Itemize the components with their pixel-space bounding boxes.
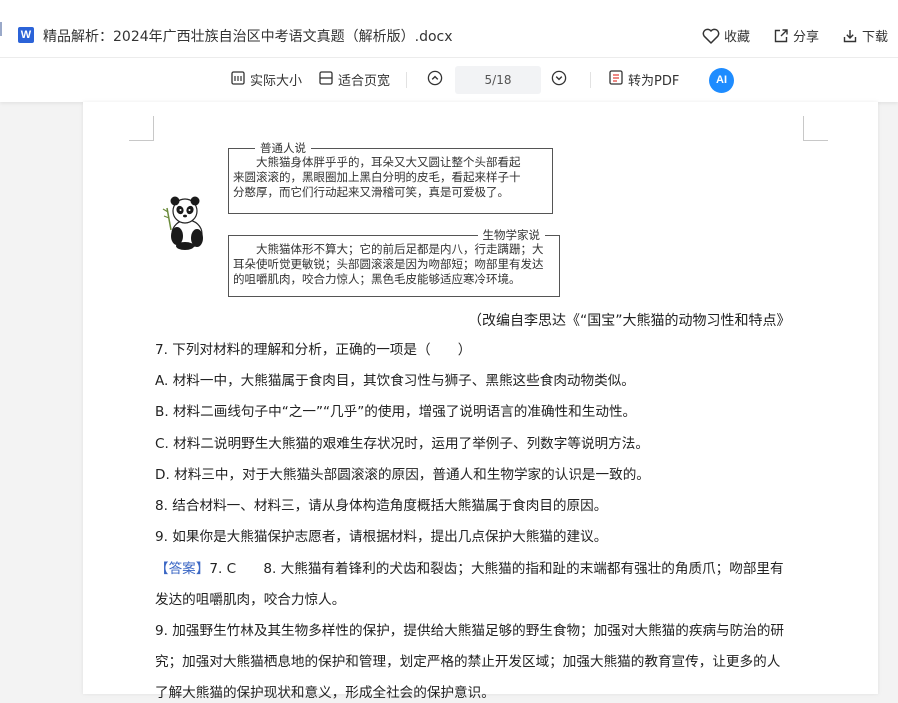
answer-line-3: 9. 加强野生竹林及其生物多样性的保护，提供给大熊猫足够的野生食物；加强对大熊猫…: [155, 623, 785, 639]
option-b: B. 材料二画线句子中“之一”“几乎”的使用，增强了说明语言的准确性和生动性。: [155, 404, 637, 420]
download-button[interactable]: 下载: [842, 26, 888, 45]
convert-to-pdf-label: 转为PDF: [628, 74, 680, 89]
favorite-button[interactable]: 收藏: [702, 26, 750, 45]
title-bar: W 精品解析：2024年广西壮族自治区中考语文真题（解析版）.docx 收藏 分…: [0, 0, 898, 58]
chevron-down-icon: [551, 70, 567, 90]
answer-line-1: 【答案】7. C 8. 大熊猫有着锋利的犬齿和裂齿；大熊猫的指和趾的末端都有强壮…: [155, 559, 784, 579]
question-8: 8. 结合材料一、材料三，请从身体构造角度概括大熊猫属于食肉目的原因。: [155, 498, 608, 514]
actual-size-icon: [231, 70, 245, 89]
previous-page-button[interactable]: [427, 70, 443, 90]
document-title: 精品解析：2024年广西壮族自治区中考语文真题（解析版）.docx: [43, 29, 453, 45]
speech-bubble-biologist: 生物学家说 大熊猫体形不算大；它的前后足都是内八，行走蹒跚；大 耳朵使听觉更敏锐…: [228, 227, 560, 297]
fit-page-button[interactable]: 适合页宽: [319, 70, 390, 89]
share-button[interactable]: 分享: [773, 26, 819, 45]
favorite-label: 收藏: [724, 30, 751, 45]
heart-icon: [702, 28, 720, 44]
option-a: A. 材料一中，大熊猫属于食肉目，其饮食习性与狮子、黑熊这些食肉动物类似。: [155, 373, 635, 389]
word-file-icon: W: [18, 27, 34, 43]
page-corner-mark: [803, 116, 828, 141]
answer-line-5: 了解大熊猫的保护现状和意义，形成全社会的保护意识。: [155, 685, 495, 701]
actual-size-label: 实际大小: [250, 74, 303, 89]
answer-line-4: 究；加强对大熊猫栖息地的保护和管理，划定严格的禁止开发区域；加强大熊猫的教育宣传…: [155, 654, 781, 670]
bubble-line: 分憨厚，而它们行动起来又滑稽可笑，真是可爱极了。: [233, 185, 509, 199]
fit-page-icon: [319, 70, 333, 89]
question-9: 9. 如果你是大熊猫保护志愿者，请根据材料，提出几点保护大熊猫的建议。: [155, 529, 608, 545]
pdf-icon: [609, 70, 623, 89]
ai-assistant-button[interactable]: AI: [709, 68, 734, 93]
share-icon: [773, 28, 789, 44]
next-page-button[interactable]: [551, 70, 567, 90]
page-number-input[interactable]: 5/18: [455, 66, 541, 94]
page-corner-mark: [129, 116, 154, 141]
speech-bubble-ordinary: 普通人说 大熊猫身体胖乎乎的，耳朵又大又圆让整个头部看起 来圆滚滚的，黑眼圈加上…: [228, 140, 553, 214]
option-d: D. 材料三中，对于大熊猫头部圆滚滚的原因，普通人和生物学家的认识是一致的。: [155, 467, 650, 483]
answer-line-2: 发达的咀嚼肌肉，咬合力惊人。: [155, 592, 346, 608]
bubble-label-ordinary: 普通人说: [255, 140, 311, 156]
bubble-text-ordinary: 大熊猫身体胖乎乎的，耳朵又大又圆让整个头部看起 来圆滚滚的，黑眼圈加上黑白分明的…: [233, 155, 546, 200]
left-edge-marker: [0, 22, 2, 36]
chevron-up-icon: [427, 70, 443, 90]
answer-text: 7. C 8. 大熊猫有着锋利的犬齿和裂齿；大熊猫的指和趾的末端都有强壮的角质爪…: [209, 561, 784, 577]
toolbar-divider: [406, 72, 407, 88]
bubble-line: 来圆滚滚的，黑眼圈加上黑白分明的皮毛，看起来样子十: [233, 170, 521, 184]
download-label: 下载: [862, 30, 889, 45]
share-label: 分享: [793, 30, 820, 45]
convert-to-pdf-button[interactable]: 转为PDF: [609, 70, 679, 89]
bubble-text-biologist: 大熊猫体形不算大；它的前后足都是内八，行走蹒跚；大 耳朵使听觉更敏锐；头部圆滚滚…: [233, 242, 553, 287]
viewer-toolbar: 实际大小 适合页宽 5/18 转为PDF AI: [0, 58, 898, 102]
option-c: C. 材料二说明野生大熊猫的艰难生存状况时，运用了举例子、列数字等说明方法。: [155, 436, 649, 452]
bubble-line: 的咀嚼肌肉，咬合力惊人；黑色毛皮能够适应寒冷环境。: [233, 272, 521, 286]
bubble-line: 大熊猫体形不算大；它的前后足都是内八，行走蹒跚；大: [256, 242, 544, 256]
bubble-label-biologist: 生物学家说: [477, 227, 545, 243]
download-icon: [842, 28, 858, 44]
fit-page-label: 适合页宽: [338, 74, 391, 89]
actual-size-button[interactable]: 实际大小: [231, 70, 302, 89]
bubble-line: 耳朵使听觉更敏锐；头部圆滚滚是因为吻部短；吻部里有发达: [233, 257, 544, 271]
question-7: 7. 下列对材料的理解和分析，正确的一项是（ ）: [155, 342, 472, 358]
panda-illustration: [162, 196, 203, 250]
document-page: 普通人说 大熊猫身体胖乎乎的，耳朵又大又圆让整个头部看起 来圆滚滚的，黑眼圈加上…: [83, 102, 878, 701]
source-citation: （改编自李思达《“国宝”大熊猫的动物习性和特点》: [468, 313, 791, 329]
bubble-line: 大熊猫身体胖乎乎的，耳朵又大又圆让整个头部看起: [256, 155, 521, 169]
answer-tag: 【答案】: [155, 561, 210, 577]
toolbar-divider: [590, 72, 591, 88]
